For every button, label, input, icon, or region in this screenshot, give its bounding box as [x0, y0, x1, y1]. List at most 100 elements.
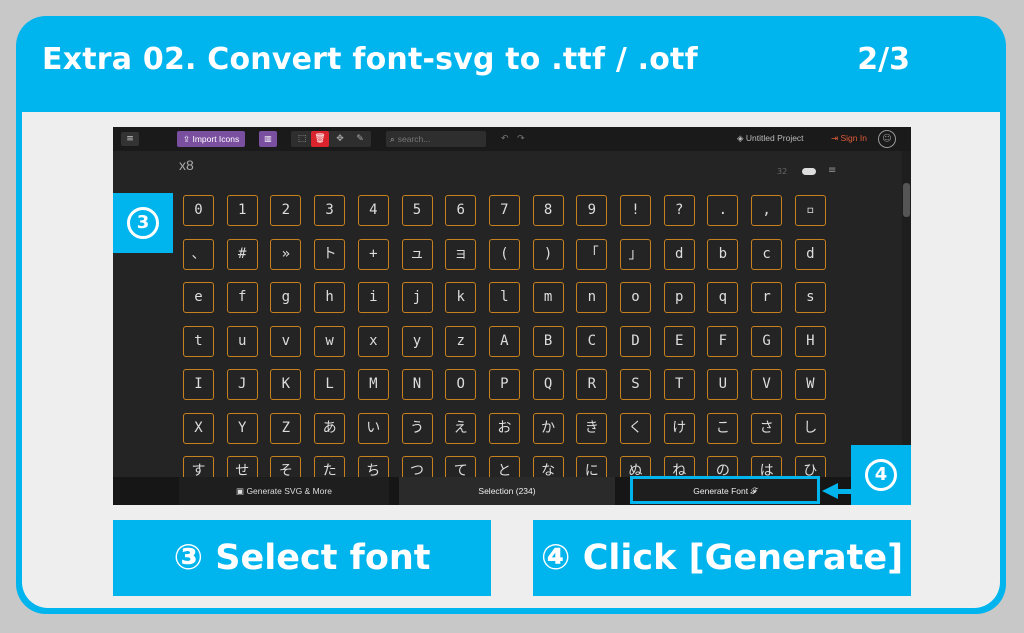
glyph-tile[interactable]: U	[707, 369, 739, 400]
glyph-tile[interactable]: t	[183, 325, 214, 357]
glyph-tile[interactable]: Q	[532, 369, 564, 400]
glyph-tile[interactable]: 、	[183, 238, 214, 270]
select-tool-icon[interactable]: ⬚	[293, 131, 311, 147]
menu-icon[interactable]: ≡	[121, 132, 139, 146]
glyph-tile[interactable]: o	[620, 282, 651, 313]
glyph-tile[interactable]: d	[663, 238, 695, 270]
glyph-tile[interactable]: J	[226, 369, 258, 400]
glyph-tile[interactable]: k	[445, 282, 477, 313]
library-icon[interactable]: ▥	[259, 131, 277, 147]
set-toggle[interactable]	[802, 168, 816, 175]
glyph-tile[interactable]: 「	[576, 238, 608, 270]
glyph-tile[interactable]: く	[620, 412, 651, 444]
glyph-tile[interactable]: ?	[663, 195, 695, 226]
glyph-tile[interactable]: A	[488, 325, 520, 357]
glyph-tile[interactable]: +	[357, 238, 389, 270]
glyph-tile[interactable]: V	[751, 369, 783, 400]
generate-svg-button[interactable]: ▣ Generate SVG & More	[179, 477, 389, 505]
undo-icon[interactable]: ↶	[501, 134, 509, 144]
glyph-tile[interactable]: 5	[401, 195, 433, 226]
glyph-tile[interactable]: Z	[270, 412, 302, 444]
glyph-tile[interactable]: h	[314, 282, 346, 313]
glyph-tile[interactable]: 4	[357, 195, 389, 226]
glyph-tile[interactable]: ュ	[401, 238, 433, 270]
selection-button[interactable]: Selection (234)	[399, 477, 615, 505]
glyph-tile[interactable]: き	[576, 412, 608, 444]
glyph-tile[interactable]: 6	[445, 195, 477, 226]
glyph-tile[interactable]: l	[488, 282, 520, 313]
move-tool-icon[interactable]: ✥	[331, 131, 349, 147]
glyph-tile[interactable]: m	[532, 282, 564, 313]
glyph-tile[interactable]: か	[532, 412, 564, 444]
glyph-tile[interactable]: H	[794, 325, 826, 357]
glyph-tile[interactable]: L	[314, 369, 346, 400]
glyph-tile[interactable]: v	[270, 325, 302, 357]
import-icons-button[interactable]: ⇪ Import Icons	[177, 131, 246, 147]
glyph-tile[interactable]: g	[270, 282, 302, 313]
glyph-tile[interactable]: え	[445, 412, 477, 444]
glyph-tile[interactable]: N	[401, 369, 433, 400]
glyph-tile[interactable]: 0	[183, 195, 214, 226]
glyph-tile[interactable]: #	[226, 238, 258, 270]
glyph-tile[interactable]: ,	[751, 195, 783, 226]
glyph-tile[interactable]: B	[532, 325, 564, 357]
glyph-tile[interactable]: O	[445, 369, 477, 400]
glyph-tile[interactable]: う	[401, 412, 433, 444]
glyph-tile[interactable]: T	[663, 369, 695, 400]
glyph-tile[interactable]: 8	[532, 195, 564, 226]
redo-icon[interactable]: ↷	[517, 134, 525, 144]
glyph-tile[interactable]: K	[270, 369, 302, 400]
glyph-tile[interactable]: G	[751, 325, 783, 357]
glyph-tile[interactable]: M	[357, 369, 389, 400]
edit-tool-icon[interactable]: ✎	[351, 131, 369, 147]
glyph-tile[interactable]: »	[270, 238, 302, 270]
avatar-icon[interactable]: ☺	[878, 130, 896, 148]
glyph-tile[interactable]: q	[707, 282, 739, 313]
glyph-tile[interactable]: C	[576, 325, 608, 357]
glyph-tile[interactable]: e	[183, 282, 214, 313]
glyph-tile[interactable]: b	[707, 238, 739, 270]
glyph-tile[interactable]: 1	[226, 195, 258, 226]
glyph-tile[interactable]: ョ	[445, 238, 477, 270]
glyph-tile[interactable]: お	[488, 412, 520, 444]
glyph-tile[interactable]: あ	[314, 412, 346, 444]
delete-tool-icon[interactable]: 🗑	[311, 131, 329, 147]
glyph-tile[interactable]: 9	[576, 195, 608, 226]
glyph-tile[interactable]: r	[751, 282, 783, 313]
glyph-tile[interactable]: z	[445, 325, 477, 357]
glyph-tile[interactable]: .	[707, 195, 739, 226]
glyph-tile[interactable]: u	[226, 325, 258, 357]
glyph-tile[interactable]: p	[663, 282, 695, 313]
glyph-tile[interactable]: S	[620, 369, 651, 400]
glyph-tile[interactable]: D	[620, 325, 651, 357]
glyph-tile[interactable]: (	[488, 238, 520, 270]
glyph-tile[interactable]: i	[357, 282, 389, 313]
glyph-tile[interactable]: ト	[314, 238, 346, 270]
project-name[interactable]: ◈ Untitled Project	[737, 133, 804, 144]
glyph-tile[interactable]: 7	[488, 195, 520, 226]
scrollbar[interactable]	[902, 151, 911, 481]
glyph-tile[interactable]: )	[532, 238, 564, 270]
scroll-thumb[interactable]	[903, 183, 910, 217]
glyph-tile[interactable]: n	[576, 282, 608, 313]
glyph-tile[interactable]: d	[794, 238, 826, 270]
glyph-tile[interactable]: c	[751, 238, 783, 270]
glyph-tile[interactable]: こ	[707, 412, 739, 444]
glyph-tile[interactable]: y	[401, 325, 433, 357]
glyph-tile[interactable]: 3	[314, 195, 346, 226]
glyph-tile[interactable]: I	[183, 369, 214, 400]
glyph-tile[interactable]: X	[183, 412, 214, 444]
glyph-tile[interactable]: R	[576, 369, 608, 400]
glyph-tile[interactable]: W	[794, 369, 826, 400]
glyph-tile[interactable]: s	[794, 282, 826, 313]
glyph-tile[interactable]: さ	[751, 412, 783, 444]
icon-set-name[interactable]: x8	[179, 157, 194, 173]
glyph-tile[interactable]: x	[357, 325, 389, 357]
glyph-tile[interactable]: w	[314, 325, 346, 357]
sign-in-link[interactable]: ⇥ Sign In	[831, 133, 867, 144]
set-menu-icon[interactable]: ≡	[828, 165, 836, 176]
glyph-tile[interactable]: し	[794, 412, 826, 444]
glyph-tile[interactable]: 2	[270, 195, 302, 226]
glyph-tile[interactable]: P	[488, 369, 520, 400]
glyph-tile[interactable]: 」	[620, 238, 651, 270]
